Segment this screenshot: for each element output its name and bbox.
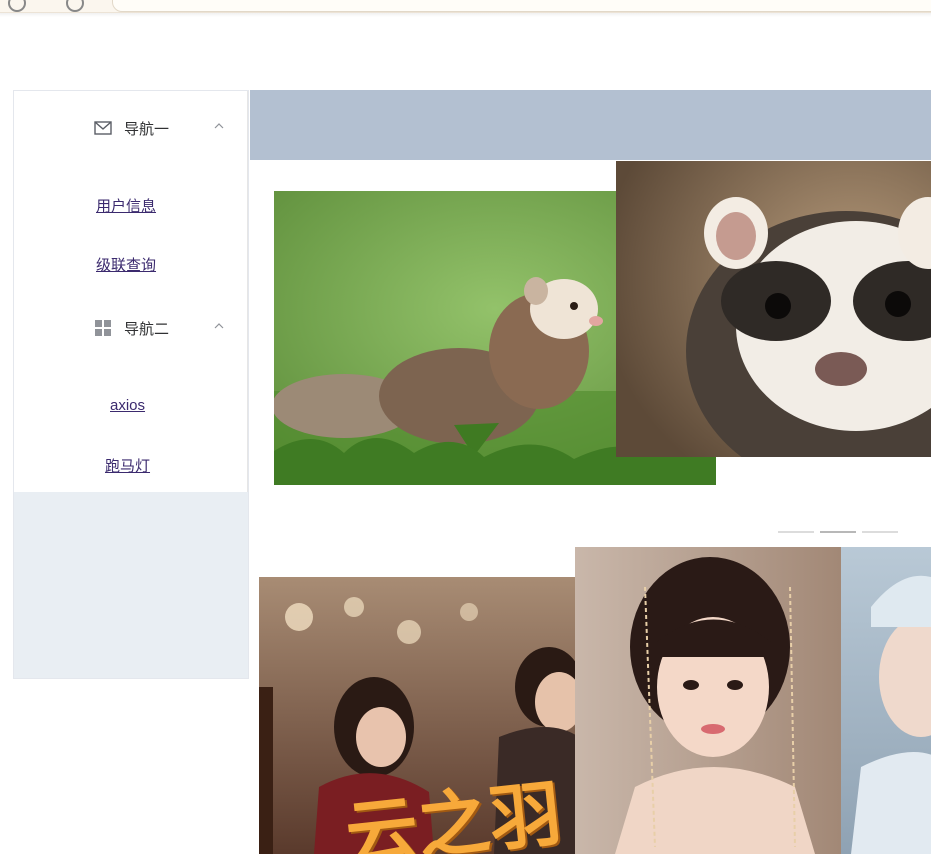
chevron-up-icon: [214, 123, 224, 129]
ferret-closeup-photo: [616, 161, 931, 457]
submenu-nav2[interactable]: 导航二: [14, 296, 248, 352]
toolbar-shadow: [0, 13, 931, 17]
chevron-up-icon: [214, 323, 224, 329]
image-carousel-top[interactable]: [250, 161, 931, 541]
menu-item-axios[interactable]: axios: [14, 385, 248, 429]
menu-item-marquee-link[interactable]: 跑马灯: [105, 455, 150, 476]
submenu-nav1[interactable]: 导航一: [14, 96, 248, 152]
browser-toolbar: [0, 0, 931, 13]
menu-item-user-info[interactable]: 用户信息: [14, 183, 248, 227]
refresh-icon[interactable]: [66, 0, 84, 12]
back-icon[interactable]: [8, 0, 26, 12]
menu-item-axios-link[interactable]: axios: [110, 397, 145, 414]
menu-item-cascade-query-link[interactable]: 级联查询: [96, 254, 156, 275]
submenu-nav2-label: 导航二: [124, 321, 170, 338]
main-header: [250, 90, 931, 160]
carousel-indicator-3[interactable]: [862, 531, 898, 533]
submenu-nav1-label: 导航一: [124, 121, 170, 138]
carousel-indicators: [778, 531, 898, 533]
menu-item-cascade-query[interactable]: 级联查询: [14, 242, 248, 286]
address-bar[interactable]: [112, 0, 931, 12]
carousel-indicator-1[interactable]: [778, 531, 814, 533]
envelope-icon: [94, 121, 112, 135]
carousel-indicator-2[interactable]: [820, 531, 856, 533]
nav-menu: 导航一 用户信息 级联查询 导航二 axios 跑马灯: [14, 91, 248, 492]
drama-poster-photo: 云之羽: [259, 577, 579, 854]
sidebar: 导航一 用户信息 级联查询 导航二 axios 跑马灯: [13, 90, 249, 679]
grid-icon: [95, 320, 111, 336]
menu-item-marquee[interactable]: 跑马灯: [14, 443, 248, 487]
menu-item-user-info-link[interactable]: 用户信息: [96, 195, 156, 216]
actor-portrait-photo: [841, 547, 931, 854]
actress-portrait-photo: [575, 547, 841, 854]
image-carousel-bottom[interactable]: 云之羽: [250, 545, 931, 854]
